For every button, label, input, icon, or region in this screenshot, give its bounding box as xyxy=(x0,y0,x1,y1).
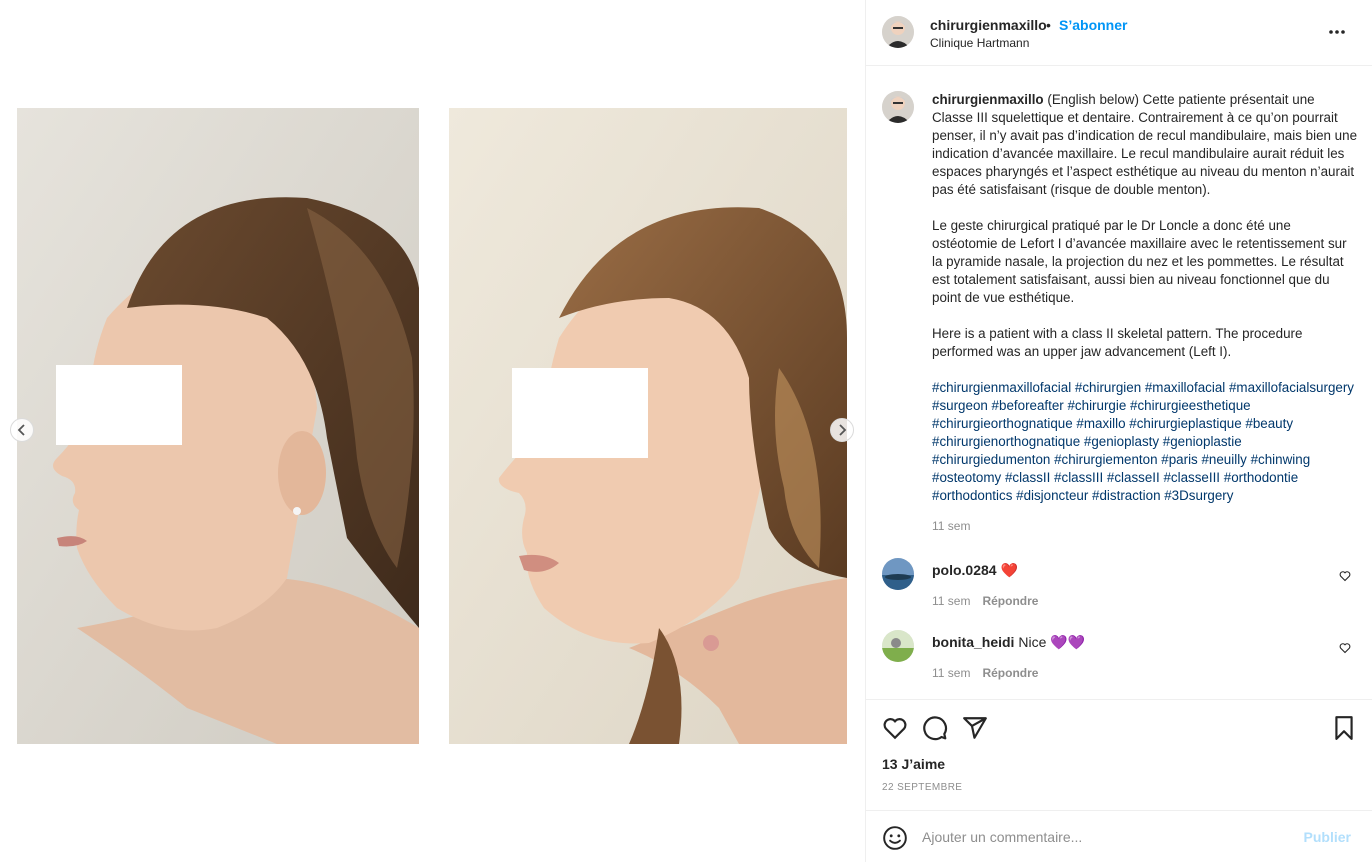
caption-author-avatar[interactable] xyxy=(882,91,914,123)
more-options-icon[interactable] xyxy=(1327,24,1347,40)
caption-username[interactable]: chirurgienmaxillo xyxy=(932,92,1044,107)
caption-paragraph-2: Le geste chirurgical pratiqué par le Dr … xyxy=(932,218,1351,305)
comment-timestamp: 11 sem xyxy=(932,666,971,680)
comment-text: ❤️ xyxy=(1000,562,1018,578)
chevron-left-icon xyxy=(17,424,25,436)
comment-timestamp: 11 sem xyxy=(932,594,971,608)
commenter-avatar[interactable] xyxy=(882,630,914,662)
comment-input[interactable] xyxy=(922,826,1292,848)
comment-item: bonita_heidi Nice 💜💜 11 sem Répondre xyxy=(866,630,1372,690)
comment-username[interactable]: polo.0284 xyxy=(932,562,997,578)
comment-composer: Publier xyxy=(866,810,1372,862)
comment-username[interactable]: bonita_heidi xyxy=(932,634,1014,650)
publish-button[interactable]: Publier xyxy=(1304,829,1351,845)
comment-text: Nice 💜💜 xyxy=(1018,634,1086,650)
post-side-panel: chirurgienmaxillo • S’abonner Clinique H… xyxy=(865,0,1372,862)
eyes-privacy-mask xyxy=(512,368,648,458)
post-location[interactable]: Clinique Hartmann xyxy=(930,36,1029,50)
author-avatar[interactable] xyxy=(882,16,914,48)
caption-timestamp: 11 sem xyxy=(932,519,971,533)
follow-button[interactable]: S’abonner xyxy=(1059,17,1127,33)
post-actions: 13 J’aime 22 SEPTEMBRE xyxy=(866,700,1372,810)
share-icon[interactable] xyxy=(962,715,988,741)
emoji-icon[interactable] xyxy=(882,825,908,851)
chevron-right-icon xyxy=(839,424,847,436)
heart-icon[interactable] xyxy=(882,715,908,741)
comment-item: polo.0284 ❤️ 11 sem Répondre xyxy=(866,558,1372,618)
previous-photo-button[interactable] xyxy=(10,418,34,442)
reply-button[interactable]: Répondre xyxy=(982,666,1038,680)
commenter-avatar[interactable] xyxy=(882,558,914,590)
next-photo-button[interactable] xyxy=(830,418,854,442)
after-photo xyxy=(449,108,847,744)
before-photo xyxy=(17,108,419,744)
comment-icon[interactable] xyxy=(922,715,948,741)
post-date: 22 SEPTEMBRE xyxy=(882,782,963,793)
post-caption: chirurgienmaxillo (English below) Cette … xyxy=(932,91,1358,523)
likes-count[interactable]: 13 J’aime xyxy=(882,756,945,772)
like-comment-icon[interactable] xyxy=(1339,642,1351,654)
caption-paragraph-1: (English below) Cette patiente présentai… xyxy=(932,92,1361,197)
post-media xyxy=(0,0,865,862)
caption-paragraph-3: Here is a patient with a class II skelet… xyxy=(932,326,1307,359)
bookmark-icon[interactable] xyxy=(1331,715,1357,741)
author-username[interactable]: chirurgienmaxillo xyxy=(930,17,1047,33)
caption-hashtags[interactable]: #chirurgienmaxillofacial #chirurgien #ma… xyxy=(932,379,1358,505)
eyes-privacy-mask xyxy=(56,365,182,445)
separator-dot: • xyxy=(1046,17,1051,33)
comments-scroll-area[interactable]: chirurgienmaxillo (English below) Cette … xyxy=(866,67,1372,700)
post-header: chirurgienmaxillo • S’abonner Clinique H… xyxy=(866,0,1372,66)
like-comment-icon[interactable] xyxy=(1339,570,1351,582)
reply-button[interactable]: Répondre xyxy=(982,594,1038,608)
